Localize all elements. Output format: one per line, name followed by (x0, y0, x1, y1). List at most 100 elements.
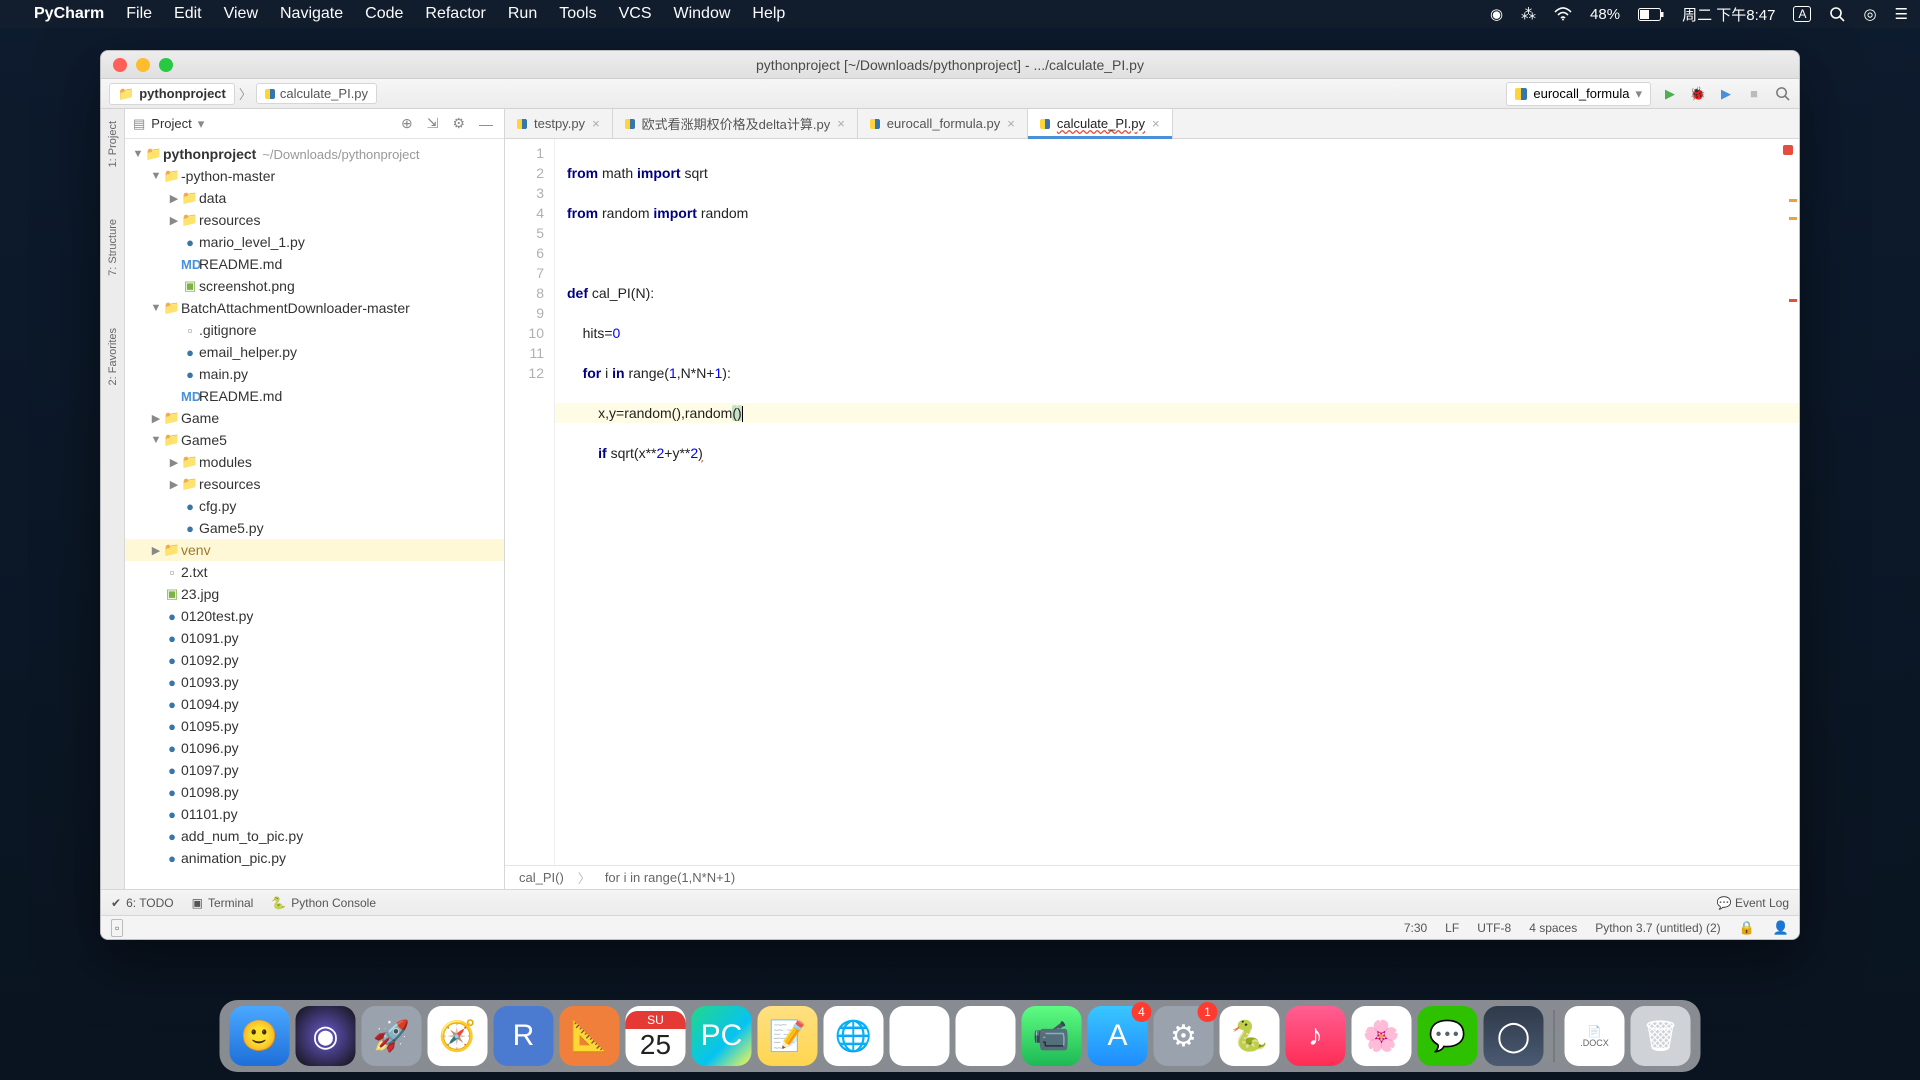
tree-folder[interactable]: ▶📁resources (125, 473, 504, 495)
tree-file[interactable]: 01094.py (125, 693, 504, 715)
menu-vcs[interactable]: VCS (619, 5, 652, 23)
line-number[interactable]: 6 (505, 243, 544, 263)
line-gutter[interactable]: 1 2 3 4 5 6 7 8 9 10 11 12 (505, 139, 555, 865)
code-body[interactable]: from math import sqrt from random import… (555, 139, 1799, 865)
tab-eurocall-formula[interactable]: eurocall_formula.py× (858, 109, 1028, 138)
dock-finder[interactable]: 🙂 (230, 1006, 290, 1066)
dock-app-unknown[interactable]: ◯ (1484, 1006, 1544, 1066)
menu-file[interactable]: File (126, 5, 152, 23)
tab-testpy[interactable]: testpy.py× (505, 109, 613, 138)
run-config-selector[interactable]: eurocall_formula ▾ (1506, 82, 1651, 106)
tree-folder-venv[interactable]: ▶📁venv (125, 539, 504, 561)
dock-photos[interactable]: 🌸 (1352, 1006, 1412, 1066)
line-number[interactable]: 10 (505, 323, 544, 343)
dock-pycharm[interactable]: PC (692, 1006, 752, 1066)
gear-icon[interactable]: ⚙ (449, 115, 468, 132)
menu-refactor[interactable]: Refactor (425, 5, 485, 23)
warning-mark[interactable] (1789, 217, 1797, 220)
tool-tab-event-log[interactable]: 💬 Event Log (1717, 896, 1789, 910)
dock-chrome[interactable]: 🌐 (824, 1006, 884, 1066)
tool-tab-structure[interactable]: 7: Structure (105, 213, 121, 282)
tree-file[interactable]: 0120test.py (125, 605, 504, 627)
spotlight-icon[interactable] (1829, 6, 1845, 22)
siri-icon[interactable]: ◎ (1863, 5, 1876, 23)
status-bar-toggle-icon[interactable]: ▫ (111, 919, 123, 937)
breadcrumb-fn[interactable]: cal_PI() (519, 870, 564, 885)
python-interpreter[interactable]: Python 3.7 (untitled) (2) (1595, 921, 1720, 935)
menubar-app[interactable]: PyCharm (34, 5, 104, 23)
window-titlebar[interactable]: pythonproject [~/Downloads/pythonproject… (101, 51, 1799, 79)
dock-appstore[interactable]: A4 (1088, 1006, 1148, 1066)
tree-file[interactable]: ▫.gitignore (125, 319, 504, 341)
tab-eurocall-cn[interactable]: 欧式看涨期权价格及delta计算.py× (613, 109, 858, 138)
tree-folder[interactable]: ▼📁BatchAttachmentDownloader-master (125, 297, 504, 319)
tree-file[interactable]: 01091.py (125, 627, 504, 649)
line-number[interactable]: 3 (505, 183, 544, 203)
locate-icon[interactable]: ⊕ (398, 115, 416, 132)
menubar-clock[interactable]: 周二 下午8:47 (1682, 4, 1775, 25)
tree-file[interactable]: MDREADME.md (125, 253, 504, 275)
line-number[interactable]: 5 (505, 223, 544, 243)
dock-facetime[interactable]: 📹 (1022, 1006, 1082, 1066)
screenrecord-icon[interactable]: ◉ (1490, 5, 1503, 23)
tree-folder[interactable]: ▶📁resources (125, 209, 504, 231)
tree-file[interactable]: 01098.py (125, 781, 504, 803)
tree-file[interactable]: 01092.py (125, 649, 504, 671)
tool-tab-python-console[interactable]: 🐍 Python Console (271, 896, 376, 910)
line-number[interactable]: 8 (505, 283, 544, 303)
tree-folder[interactable]: ▶📁modules (125, 451, 504, 473)
dock-rstudio[interactable]: R (494, 1006, 554, 1066)
line-number[interactable]: 1 (505, 143, 544, 163)
search-everywhere-button[interactable] (1773, 85, 1791, 103)
dock-launchpad[interactable]: 🚀 (362, 1006, 422, 1066)
dock-python-idle[interactable]: 🐍 (1220, 1006, 1280, 1066)
menu-tools[interactable]: Tools (559, 5, 596, 23)
dock-itunes[interactable]: ♪ (1286, 1006, 1346, 1066)
dock-recent-docx[interactable]: 📄.DOCX (1565, 1006, 1625, 1066)
readonly-lock-icon[interactable]: 🔒 (1739, 920, 1755, 936)
menu-help[interactable]: Help (752, 5, 785, 23)
error-mark[interactable] (1789, 299, 1797, 302)
tool-tab-project[interactable]: 1: Project (105, 115, 121, 173)
wifi-icon[interactable] (1554, 7, 1572, 21)
marker-bar[interactable] (1785, 139, 1799, 865)
run-button[interactable]: ▶ (1661, 85, 1679, 103)
tool-tab-terminal[interactable]: ▣ Terminal (192, 896, 254, 910)
menu-navigate[interactable]: Navigate (280, 5, 343, 23)
tree-file[interactable]: ▫2.txt (125, 561, 504, 583)
tree-file[interactable]: 01101.py (125, 803, 504, 825)
tree-folder[interactable]: ▼📁Game5 (125, 429, 504, 451)
dock-system-preferences[interactable]: ⚙1 (1154, 1006, 1214, 1066)
tree-file[interactable]: add_num_to_pic.py (125, 825, 504, 847)
menu-window[interactable]: Window (674, 5, 731, 23)
tree-file[interactable]: mario_level_1.py (125, 231, 504, 253)
tree-file[interactable]: 01095.py (125, 715, 504, 737)
menu-view[interactable]: View (224, 5, 258, 23)
dock-wechat[interactable]: 💬 (1418, 1006, 1478, 1066)
debug-button[interactable]: 🐞 (1689, 85, 1707, 103)
line-number[interactable]: 12 (505, 363, 544, 383)
menu-run[interactable]: Run (508, 5, 537, 23)
project-tree[interactable]: ▼📁pythonproject~/Downloads/pythonproject… (125, 139, 504, 889)
close-icon[interactable]: × (1152, 116, 1160, 131)
file-encoding[interactable]: UTF-8 (1477, 921, 1511, 935)
run-coverage-button[interactable]: ▶ (1717, 85, 1735, 103)
menu-edit[interactable]: Edit (174, 5, 202, 23)
tree-file[interactable]: ▣screenshot.png (125, 275, 504, 297)
dock-trash[interactable]: 🗑 (1631, 1006, 1691, 1066)
menu-code[interactable]: Code (365, 5, 403, 23)
close-icon[interactable]: × (592, 116, 600, 131)
inspector-icon[interactable]: 👤 (1773, 920, 1789, 936)
tree-file[interactable]: MDREADME.md (125, 385, 504, 407)
tree-file[interactable]: 01093.py (125, 671, 504, 693)
tree-folder[interactable]: ▶📁data (125, 187, 504, 209)
hide-panel-icon[interactable]: — (476, 116, 496, 132)
tab-calculate-pi[interactable]: calculate_PI.py× (1028, 109, 1173, 138)
breadcrumb-loop[interactable]: for i in range(1,N*N+1) (605, 870, 735, 885)
tree-file[interactable]: ▣23.jpg (125, 583, 504, 605)
tool-tab-favorites[interactable]: 2: Favorites (105, 322, 121, 391)
tree-folder[interactable]: ▼📁-python-master (125, 165, 504, 187)
breadcrumb-project[interactable]: 📁 pythonproject (109, 83, 235, 105)
close-icon[interactable]: × (1007, 116, 1015, 131)
dock-safari[interactable]: 🧭 (428, 1006, 488, 1066)
